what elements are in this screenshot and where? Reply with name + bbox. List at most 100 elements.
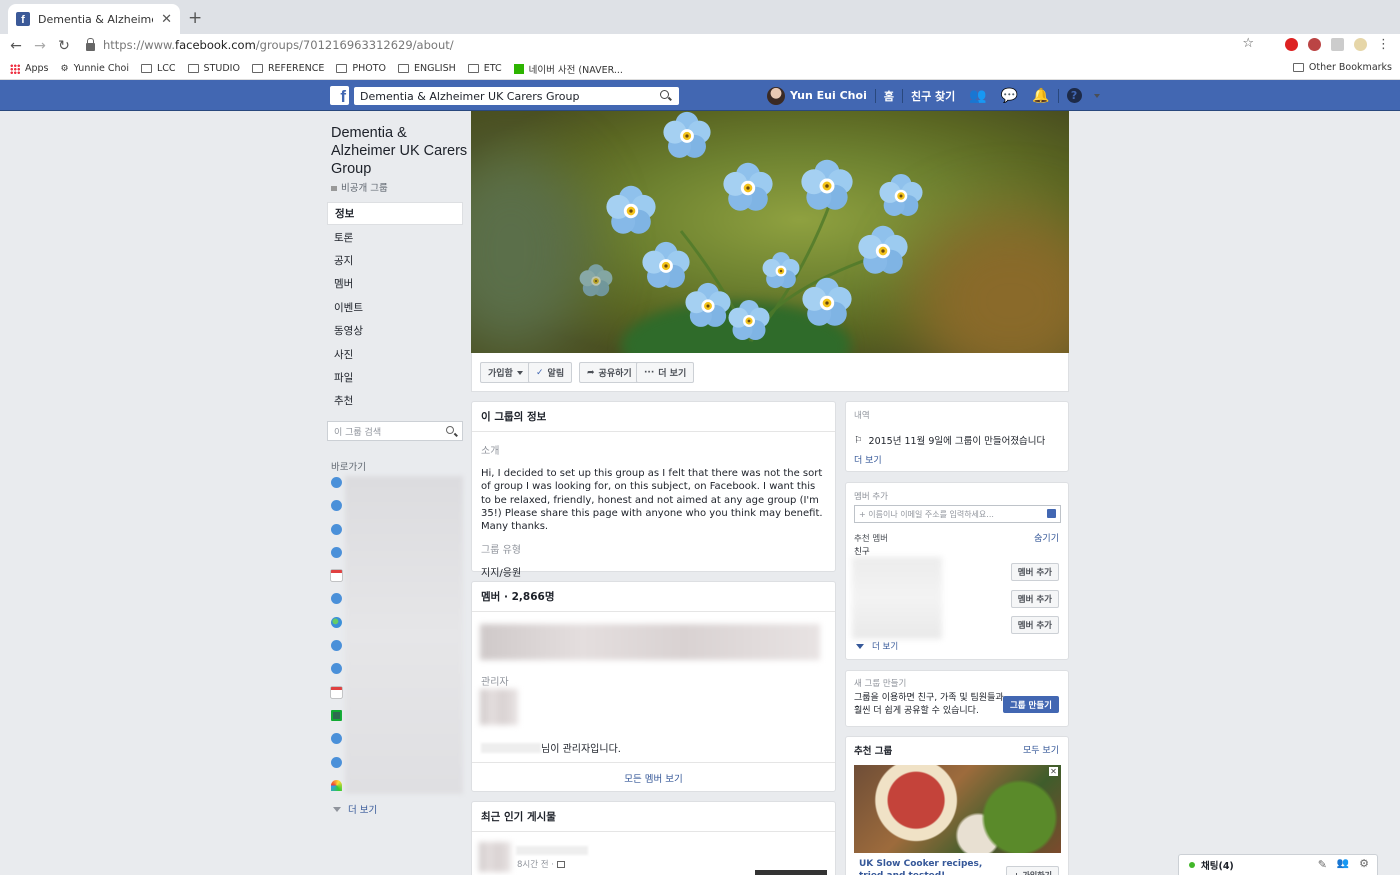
group-icon[interactable] [331, 477, 342, 488]
profile-name-link[interactable]: Yun Eui Choi [790, 89, 867, 102]
admin-avatar[interactable] [480, 689, 518, 725]
shortcuts-more-link[interactable]: 더 보기 [333, 802, 377, 816]
messenger-icon[interactable]: 💬 [1001, 88, 1018, 104]
bookmark-lcc[interactable]: LCC [140, 63, 176, 74]
hide-suggestions-link[interactable]: 숨기기 [1034, 531, 1059, 544]
bookmark-etc[interactable]: ETC [467, 63, 502, 74]
bookmark-star-icon[interactable]: ☆ [1242, 36, 1254, 51]
nav-item-files[interactable]: 파일 [327, 366, 463, 389]
group-name[interactable]: Dementia & Alzheimer UK Carers Group [331, 124, 471, 178]
address-bar[interactable]: https://www.facebook.com/groups/70121696… [78, 34, 1262, 56]
notifications-bell-icon[interactable]: 🔔 [1032, 88, 1049, 104]
search-icon[interactable] [660, 90, 669, 99]
add-member-button[interactable]: 멤버 추가 [1010, 616, 1059, 634]
facebook-logo-icon[interactable]: f [330, 86, 349, 105]
home-link[interactable]: 홈 [884, 88, 894, 104]
nav-item-recommendations[interactable]: 추천 [327, 389, 463, 412]
post-thumbnail[interactable] [755, 870, 827, 875]
members-title[interactable]: 멤버 · 2,866명 [472, 582, 835, 612]
help-icon[interactable]: ? [1066, 88, 1082, 103]
admin-line: 님이 관리자입니다. [481, 740, 621, 755]
contacts-icon[interactable] [1047, 509, 1056, 518]
bookmark-reference[interactable]: REFERENCE [251, 63, 324, 74]
divider [1057, 88, 1059, 103]
nav-item-about[interactable]: 정보 [327, 202, 463, 226]
see-all-members-link[interactable]: 모든 멤버 보기 [472, 762, 835, 792]
add-member-placeholder: + 이름이나 이메일 주소를 입력하세요... [859, 509, 994, 519]
nav-item-announcements[interactable]: 공지 [327, 249, 463, 272]
joined-button[interactable]: 가입함 [480, 362, 531, 383]
group-icon[interactable] [331, 593, 342, 605]
bookmark-naver-dictionary[interactable]: 네이버 사전 (NAVER... [513, 62, 623, 76]
nav-item-photos[interactable]: 사진 [327, 342, 463, 365]
group-icon[interactable] [331, 523, 342, 535]
group-type-value: 지지/응원 [481, 568, 522, 580]
add-member-button[interactable]: 멤버 추가 [1010, 563, 1059, 581]
other-bookmarks[interactable]: Other Bookmarks [1292, 62, 1392, 73]
close-tab-icon[interactable]: ✕ [161, 12, 172, 27]
close-icon[interactable]: ✕ [1049, 767, 1058, 776]
add-friends-icon[interactable]: 👥 [1337, 858, 1349, 869]
group-search-input[interactable]: 이 그룹 검색 [327, 421, 463, 441]
profile-avatar-icon[interactable] [1354, 38, 1367, 51]
chat-bar[interactable]: 채팅(4) ✎ 👥 ⚙ [1178, 854, 1378, 875]
globe-icon[interactable] [331, 616, 342, 628]
naver-icon [513, 63, 524, 74]
settings-gear-icon[interactable]: ⚙ [1359, 857, 1369, 870]
nav-item-discussion[interactable]: 토론 [327, 225, 463, 248]
add-member-card: 멤버 추가 + 이름이나 이메일 주소를 입력하세요... 추천 멤버 숨기기 … [845, 482, 1069, 660]
history-card: 내역 ⚐ 2015년 11월 9일에 그룹이 만들어졌습니다 더 보기 [845, 401, 1069, 472]
new-tab-icon[interactable]: + [188, 8, 202, 28]
add-member-input[interactable]: + 이름이나 이메일 주소를 입력하세요... [854, 505, 1061, 523]
group-icon[interactable] [331, 663, 342, 675]
nav-item-events[interactable]: 이벤트 [327, 296, 463, 319]
extension-icon[interactable] [1308, 38, 1321, 51]
calendar-icon[interactable] [331, 570, 342, 582]
suggested-more-link[interactable]: 더 보기 [856, 640, 898, 652]
account-menu-chevron-down-icon[interactable] [1093, 93, 1100, 98]
menu-dots-icon[interactable]: ⋮ [1377, 37, 1390, 52]
nav-item-videos[interactable]: 동영상 [327, 319, 463, 342]
search-icon[interactable] [446, 426, 454, 434]
opera-extension-icon[interactable] [1285, 38, 1298, 51]
back-icon[interactable]: ← [4, 38, 28, 54]
members-card: 멤버 · 2,866명 관리자 님이 관리자입니다. 모든 멤버 보기 [471, 581, 836, 792]
suggested-groups-see-all-link[interactable]: 모두 보기 [1023, 743, 1059, 756]
history-more-link[interactable]: 더 보기 [854, 453, 882, 466]
group-icon[interactable] [331, 546, 342, 558]
join-group-button[interactable]: + 가입하기 [1006, 866, 1059, 875]
suggested-group-photo[interactable]: ✕ [854, 765, 1061, 853]
extension-icon[interactable] [1331, 38, 1344, 51]
notifications-button[interactable]: ✓ 알림 [528, 362, 573, 383]
bookmark-apps[interactable]: Apps [10, 63, 49, 74]
app-icon[interactable] [331, 709, 342, 721]
bookmark-yunnie[interactable]: ⚙ Yunnie Choi [61, 63, 129, 74]
create-group-button[interactable]: 그룹 만들기 [1002, 696, 1059, 713]
popular-posts-title: 최근 인기 게시물 [472, 802, 835, 832]
more-button[interactable]: ··· 더 보기 [636, 362, 695, 383]
group-icon[interactable] [331, 640, 342, 652]
forward-icon[interactable]: → [28, 38, 52, 54]
compose-icon[interactable]: ✎ [1318, 858, 1327, 871]
browser-tab[interactable]: f Dementia & Alzheimer UK Care ✕ [8, 4, 180, 34]
bookmark-studio[interactable]: STUDIO [187, 63, 240, 74]
find-friends-link[interactable]: 친구 찾기 [911, 88, 955, 104]
friends-label: 친구 [854, 547, 870, 557]
facebook-search-input[interactable]: Dementia & Alzheimer UK Carers Group [354, 87, 679, 105]
share-button[interactable]: ➦ 공유하기 [579, 362, 640, 383]
nav-item-members[interactable]: 멤버 [327, 272, 463, 295]
rainbow-icon[interactable] [331, 779, 342, 791]
group-icon[interactable] [331, 733, 342, 745]
post-author-avatar[interactable] [479, 842, 511, 872]
reload-icon[interactable]: ↻ [52, 38, 76, 54]
group-icon[interactable] [331, 756, 342, 768]
group-icon[interactable] [331, 500, 342, 512]
cover-photo[interactable] [471, 111, 1069, 353]
suggested-group-name[interactable]: UK Slow Cooker recipes, tried and tested… [859, 858, 999, 875]
friend-requests-icon[interactable]: 👥 [969, 88, 986, 104]
bookmark-english[interactable]: ENGLISH [398, 63, 456, 74]
avatar[interactable] [767, 86, 785, 105]
bookmark-photo[interactable]: PHOTO [336, 63, 386, 74]
add-member-button[interactable]: 멤버 추가 [1010, 590, 1059, 608]
calendar-icon[interactable] [331, 686, 342, 698]
